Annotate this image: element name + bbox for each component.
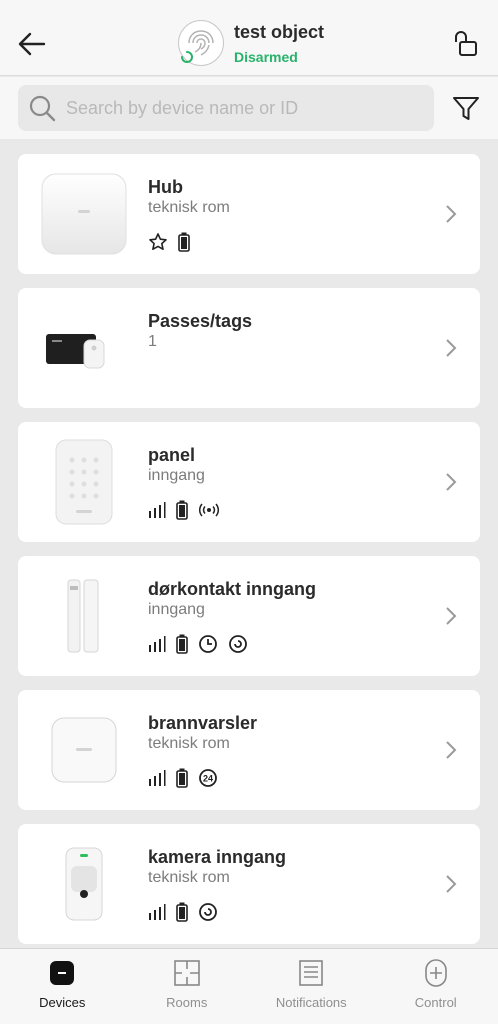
device-card-motion-camera[interactable]: kamera inngang teknisk rom: [18, 824, 480, 944]
chevron-right-icon: [446, 205, 457, 223]
chevron-right-icon: [446, 473, 457, 491]
device-name: brannvarsler: [148, 713, 258, 733]
loading-spinner-icon: [181, 51, 193, 63]
device-status-icons: [148, 500, 220, 520]
device-room: teknisk rom: [148, 869, 230, 886]
nav-notifications[interactable]: Notifications: [249, 949, 374, 1024]
device-count: 1: [148, 333, 157, 350]
device-room: teknisk rom: [148, 199, 230, 216]
device-status-icons: [148, 232, 190, 252]
door-contact-image: [38, 570, 130, 662]
nav-label: Notifications: [275, 995, 347, 1010]
svg-text:24: 24: [203, 774, 213, 784]
unlock-icon: [455, 31, 477, 56]
search-icon: [29, 95, 56, 122]
nav-label: Rooms: [166, 995, 208, 1010]
device-status-icons: 24: [148, 768, 218, 788]
fire-detector-image: [38, 704, 130, 796]
nav-label: Devices: [39, 995, 86, 1010]
battery-icon: [176, 500, 188, 520]
spiral-icon: [198, 902, 218, 922]
battery-icon: [178, 232, 190, 252]
keypad-image: [38, 436, 130, 528]
nav-devices[interactable]: Devices: [0, 949, 125, 1024]
battery-icon: [176, 634, 188, 654]
radio-icon: [198, 502, 220, 518]
device-name: kamera inngang: [148, 847, 287, 867]
device-card-passes[interactable]: Passes/tags 1: [18, 288, 480, 408]
back-button[interactable]: [16, 28, 48, 60]
device-card-door-contact[interactable]: dørkontakt inngang inngang: [18, 556, 480, 676]
filter-button[interactable]: [450, 93, 482, 125]
device-status-icons: [148, 634, 248, 654]
battery-icon: [176, 902, 188, 922]
device-card-hub[interactable]: Hub teknisk rom: [18, 154, 480, 274]
filter-icon: [453, 97, 479, 120]
hub-image: [38, 168, 130, 260]
device-name: dørkontakt inngang: [148, 579, 316, 599]
nav-rooms[interactable]: Rooms: [125, 949, 250, 1024]
signal-icon: [148, 903, 166, 921]
spiral-icon: [228, 634, 248, 654]
device-card-keypad[interactable]: panel inngang: [18, 422, 480, 542]
24-icon: 24: [198, 768, 218, 788]
device-card-fire-detector[interactable]: brannvarsler teknisk rom 24: [18, 690, 480, 810]
clock-icon: [198, 634, 218, 654]
search-bar: [0, 77, 498, 139]
control-icon: [422, 959, 450, 987]
chevron-right-icon: [446, 741, 457, 759]
device-room: inngang: [148, 467, 205, 484]
nav-control[interactable]: Control: [374, 949, 498, 1024]
arm-toggle-button[interactable]: [450, 28, 482, 60]
passes-image: [38, 302, 130, 394]
signal-icon: [148, 769, 166, 787]
signal-icon: [148, 635, 166, 653]
signal-icon: [148, 501, 166, 519]
device-status-icons: [148, 902, 218, 922]
search-field[interactable]: [18, 85, 434, 131]
nav-label: Control: [414, 995, 457, 1010]
chevron-right-icon: [446, 607, 457, 625]
motion-camera-image: [38, 838, 130, 930]
chevron-right-icon: [446, 339, 457, 357]
device-name: panel: [148, 445, 196, 465]
security-status: Disarmed: [234, 49, 298, 65]
device-list: Hub teknisk rom Passes/tags 1 panel inng…: [18, 154, 480, 958]
rooms-icon: [173, 959, 201, 987]
notifications-icon: [297, 959, 325, 987]
device-room: inngang: [148, 601, 205, 618]
arrow-left-icon: [18, 32, 46, 56]
object-title: test object: [234, 22, 325, 42]
battery-icon: [176, 768, 188, 788]
top-bar: test object Disarmed: [0, 0, 498, 76]
chevron-right-icon: [446, 875, 457, 893]
search-input[interactable]: [66, 97, 416, 119]
device-name: Passes/tags: [148, 311, 253, 331]
device-name: Hub: [148, 177, 183, 197]
device-room: teknisk rom: [148, 735, 230, 752]
star-icon: [148, 232, 168, 252]
bottom-nav: Devices Rooms Notifications Control: [0, 948, 498, 1024]
devices-icon: [48, 959, 76, 987]
